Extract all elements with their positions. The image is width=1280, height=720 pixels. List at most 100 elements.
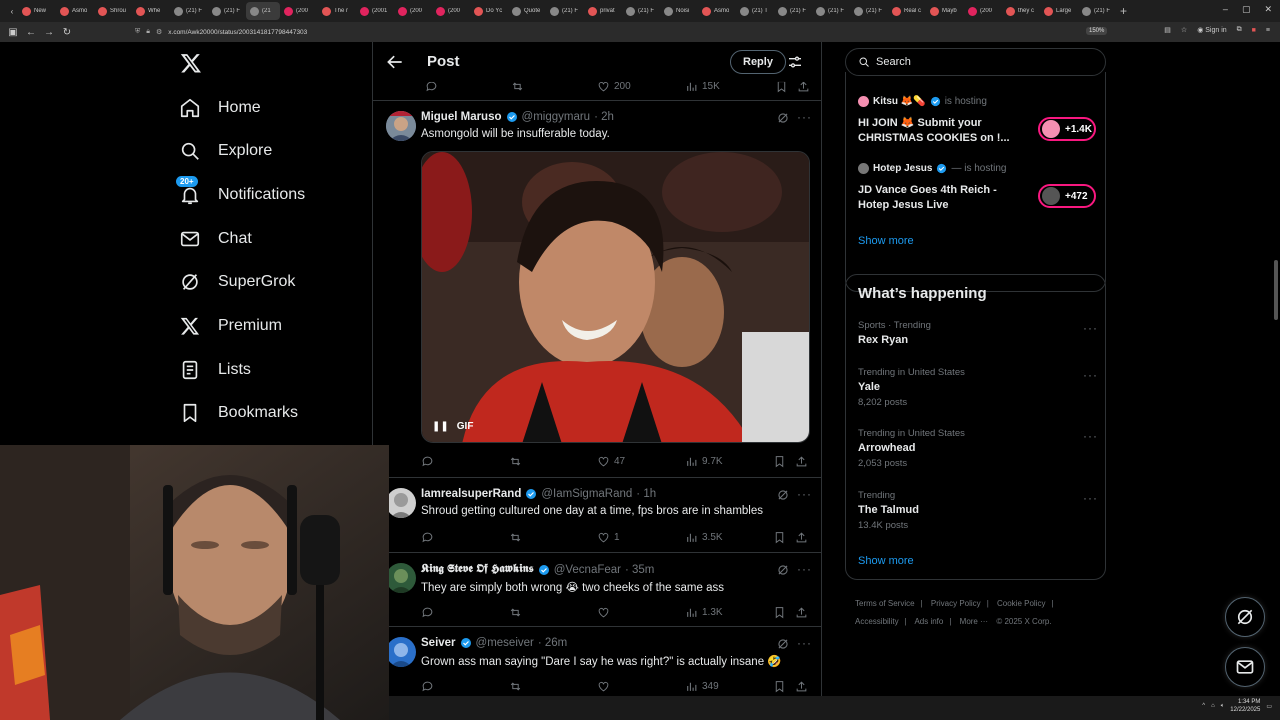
footer-link-terms[interactable]: Terms of Service — [855, 599, 915, 608]
nav-notifications[interactable]: 20+ Notifications — [176, 176, 305, 213]
like-button[interactable]: 1 — [597, 531, 620, 544]
reply-icon[interactable] — [421, 531, 434, 544]
browser-tab[interactable]: Whe — [132, 2, 170, 20]
browser-tab[interactable]: Noisi — [660, 2, 698, 20]
reply-tweet[interactable]: Miguel Maruso @miggymaru · 2h ··· Asmong… — [373, 100, 821, 476]
reply-tweet[interactable]: IamrealsuperRand @IamSigmaRand · 1h ··· … — [373, 477, 821, 552]
browser-tab[interactable]: (2001 — [356, 2, 394, 20]
pause-icon[interactable]: ❚❚ — [432, 421, 449, 432]
tweet-time[interactable]: · 26m — [538, 637, 567, 649]
account-icon[interactable]: ◉ Sign in — [1197, 26, 1226, 34]
bookmark-icon[interactable] — [773, 680, 786, 693]
reply-icon[interactable] — [421, 680, 434, 693]
grok-icon[interactable] — [776, 488, 790, 502]
avatar[interactable] — [386, 111, 416, 141]
views-button[interactable]: 3.5K — [685, 531, 723, 544]
nav-supergrok[interactable]: SuperGrok — [176, 264, 295, 300]
browser-tab[interactable]: (21) F — [208, 2, 246, 20]
browser-tab[interactable]: (21) F — [622, 2, 660, 20]
bookmark-star-icon[interactable]: ☆ — [1181, 26, 1187, 34]
browser-tab[interactable]: Do Yc — [470, 2, 508, 20]
trend-item[interactable]: Trending The Talmud 13.4K posts ··· — [846, 490, 1107, 540]
repost-icon[interactable] — [509, 531, 522, 544]
grok-fab-button[interactable] — [1225, 597, 1265, 637]
spaces-show-more-link[interactable]: Show more — [858, 235, 914, 247]
space-host-name[interactable]: Kitsu 🦊💊 — [873, 96, 926, 107]
reply-tweet[interactable]: Seiver @meseiver · 26m ··· Grown ass man… — [373, 626, 821, 702]
browser-tab[interactable]: Mayb — [926, 2, 964, 20]
browser-tab[interactable]: (21) T — [736, 2, 774, 20]
browser-tab[interactable]: (21) F — [546, 2, 584, 20]
avatar[interactable] — [386, 637, 416, 667]
bookmark-icon[interactable] — [773, 531, 786, 544]
grok-icon[interactable] — [776, 637, 790, 651]
views-button[interactable]: 1.3K — [685, 606, 723, 619]
host-avatar[interactable] — [858, 163, 869, 174]
extensions-icon[interactable]: ⧉ — [1237, 26, 1242, 34]
x-logo-icon[interactable] — [180, 52, 202, 74]
more-options-icon[interactable]: ··· — [1083, 429, 1098, 443]
browser-tab[interactable]: they c — [1002, 2, 1040, 20]
footer-link-cookie[interactable]: Cookie Policy — [997, 599, 1045, 608]
system-clock[interactable]: 1:34 PM 12/22/2025 — [1230, 698, 1260, 714]
new-tab-button[interactable]: + — [1120, 4, 1127, 18]
like-button[interactable]: 47 — [597, 455, 625, 468]
nav-premium[interactable]: Premium — [176, 308, 282, 344]
author-name[interactable]: IamrealsuperRand — [421, 488, 521, 500]
more-options-icon[interactable]: ··· — [797, 487, 812, 501]
browser-tab[interactable]: Asmo — [698, 2, 736, 20]
views-button[interactable]: 9.7K — [685, 455, 723, 468]
like-button[interactable] — [597, 606, 614, 619]
space-title[interactable]: HI JOIN 🦊 Submit your CHRISTMAS COOKIES … — [858, 116, 1023, 146]
zoom-level-badge[interactable]: 150% — [1086, 27, 1108, 35]
browser-tab[interactable]: (21) F — [1078, 2, 1116, 20]
grok-icon[interactable] — [776, 111, 790, 125]
author-name[interactable]: Miguel Maruso — [421, 111, 502, 123]
trends-show-more-link[interactable]: Show more — [858, 555, 914, 567]
repost-icon[interactable] — [509, 606, 522, 619]
tweet-time[interactable]: · 2h — [594, 111, 614, 123]
footer-link-ads-info[interactable]: Ads info — [914, 617, 943, 626]
browser-tab[interactable]: (200 — [432, 2, 470, 20]
browser-tab[interactable]: (200 — [280, 2, 318, 20]
nav-home[interactable]: Home — [176, 90, 261, 126]
tab-list-icon[interactable]: ‹ — [6, 7, 18, 16]
browser-tab[interactable]: (21) F — [850, 2, 888, 20]
author-handle[interactable]: @IamSigmaRand — [541, 488, 632, 500]
reply-tweet[interactable]: 𝕶𝖎𝖓𝖌 𝕾𝖙𝖊𝖛𝖊 𝕺𝖋 𝕳𝖆𝖜𝖐𝖎𝖓𝖘 @VecnaFear · 35m ·… — [373, 552, 821, 626]
footer-link-privacy[interactable]: Privacy Policy — [931, 599, 981, 608]
avatar[interactable] — [386, 563, 416, 593]
nav-chat[interactable]: Chat — [176, 221, 252, 257]
more-options-icon[interactable]: ··· — [1083, 321, 1098, 335]
minimize-icon[interactable]: – — [1223, 4, 1228, 15]
more-options-icon[interactable]: ··· — [797, 562, 812, 576]
share-icon[interactable] — [795, 606, 808, 619]
more-options-icon[interactable]: ··· — [797, 110, 812, 124]
trend-item[interactable]: Sports · Trending Rex Ryan ··· — [846, 320, 1107, 370]
share-icon[interactable] — [795, 455, 808, 468]
search-input[interactable] — [876, 56, 1096, 68]
author-name[interactable]: 𝕶𝖎𝖓𝖌 𝕾𝖙𝖊𝖛𝖊 𝕺𝖋 𝕳𝖆𝖜𝖐𝖎𝖓𝖘 — [421, 563, 534, 576]
trend-item[interactable]: Trending in United States Arrowhead 2,05… — [846, 428, 1107, 478]
browser-tab[interactable]: Shrou — [94, 2, 132, 20]
author-handle[interactable]: @VecnaFear — [554, 564, 621, 576]
share-icon[interactable] — [795, 680, 808, 693]
footer-link-accessibility[interactable]: Accessibility — [855, 617, 899, 626]
forward-nav-icon[interactable]: → — [40, 27, 58, 38]
browser-tab[interactable]: (21) F — [812, 2, 850, 20]
notifications-tray-icon[interactable]: ▭ — [1266, 703, 1272, 710]
nav-lists[interactable]: Lists — [176, 352, 251, 388]
site-settings-icon[interactable]: ⚙︎ — [156, 28, 162, 36]
browser-tab[interactable]: Real c — [888, 2, 926, 20]
browser-tab[interactable]: (21) F — [774, 2, 812, 20]
more-options-icon[interactable]: ··· — [797, 636, 812, 650]
browser-tab[interactable]: Large — [1040, 2, 1078, 20]
browser-tab[interactable]: Asmo — [56, 2, 94, 20]
browser-tab[interactable]: New — [18, 2, 56, 20]
repost-icon[interactable] — [509, 680, 522, 693]
avatar[interactable] — [386, 488, 416, 518]
author-handle[interactable]: @miggymaru — [522, 111, 591, 123]
author-handle[interactable]: @meseiver — [476, 637, 534, 649]
sign-in-label[interactable]: Sign in — [1205, 27, 1226, 34]
volume-icon[interactable]: 🔈︎ — [1221, 703, 1225, 710]
